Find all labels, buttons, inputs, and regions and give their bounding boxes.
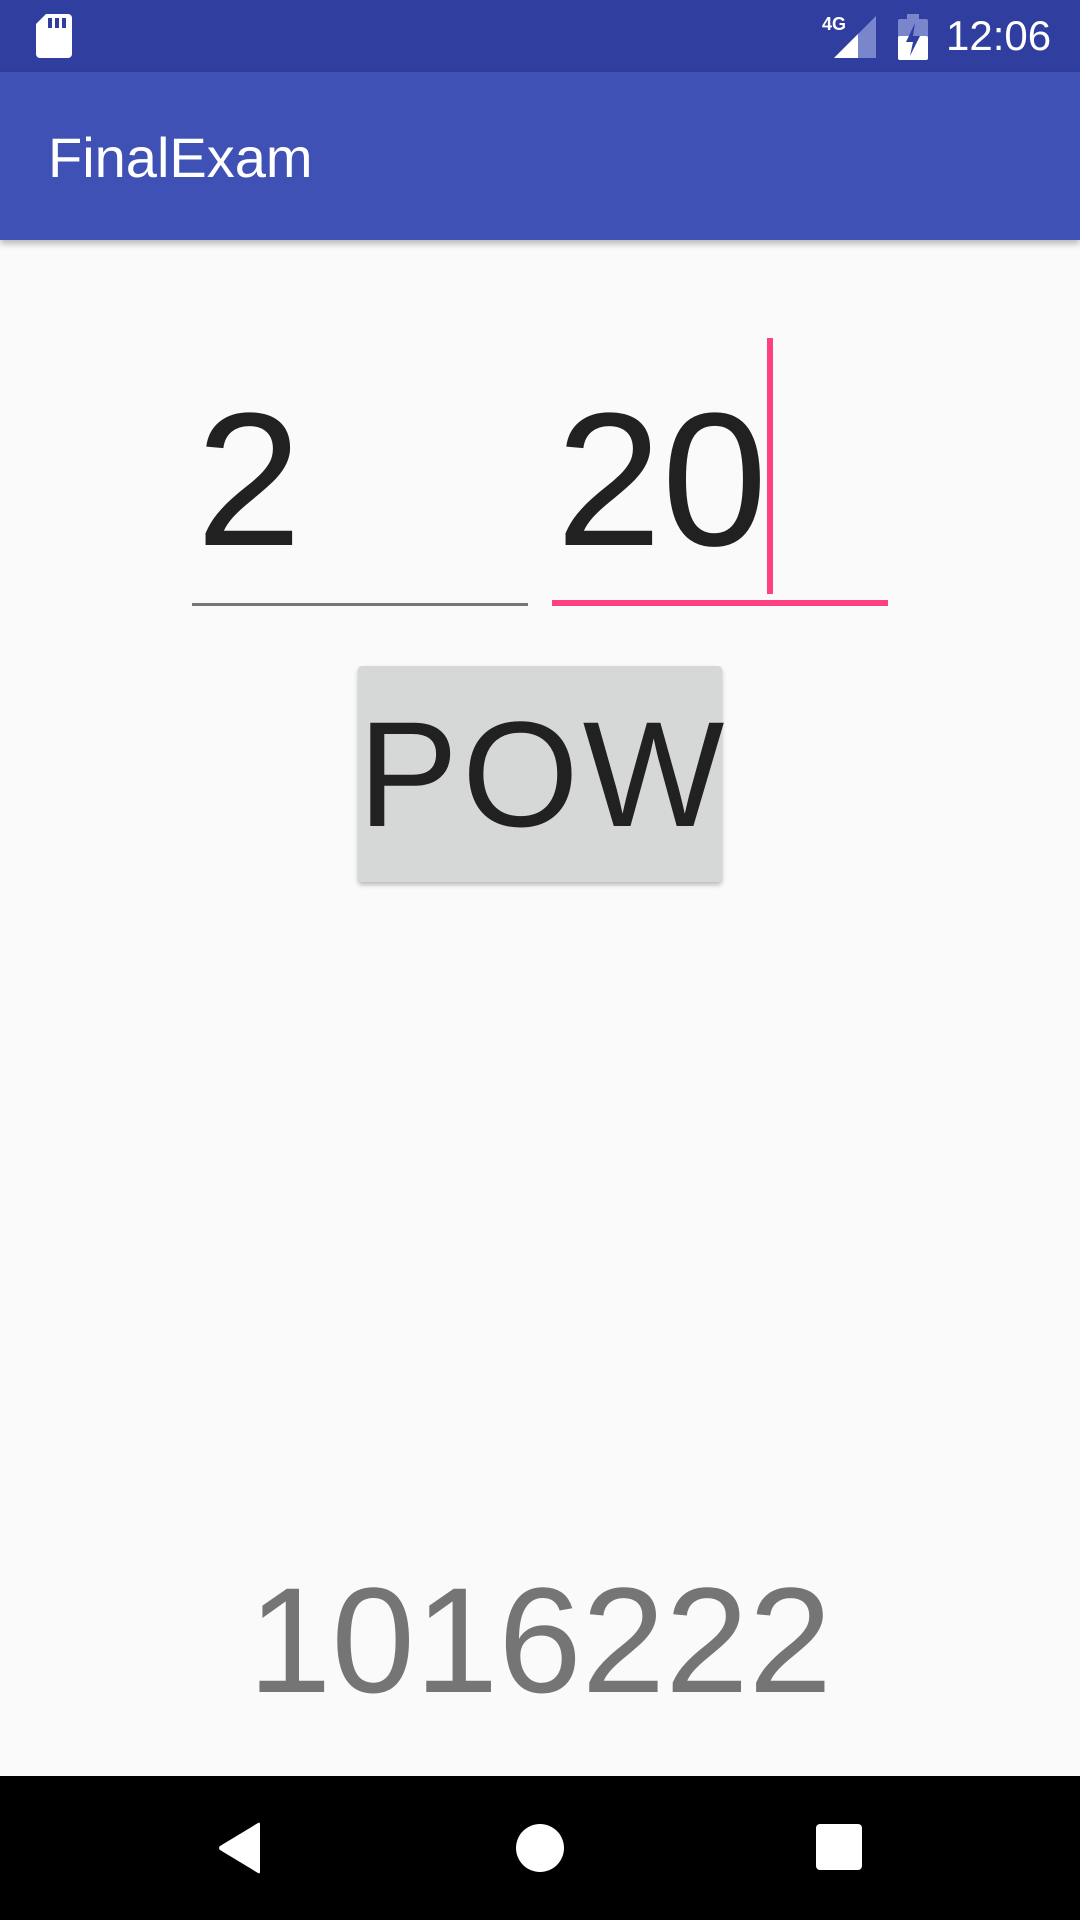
exponent-input-value: 20 — [556, 374, 768, 586]
recents-icon[interactable] — [812, 1820, 868, 1876]
app-title: FinalExam — [48, 126, 313, 189]
status-bar: 4G 12:06 — [0, 0, 1080, 72]
app-bar: FinalExam — [0, 72, 1080, 240]
network-type-label: 4G — [822, 14, 846, 34]
battery-charging-icon — [898, 14, 928, 60]
base-input-value: 2 — [196, 374, 302, 586]
home-icon[interactable] — [512, 1820, 568, 1876]
exponent-input-underline — [552, 600, 888, 606]
status-clock: 12:06 — [946, 12, 1052, 59]
back-icon[interactable] — [214, 1820, 270, 1876]
text-cursor — [767, 338, 773, 594]
exponent-input[interactable]: 20 — [552, 350, 888, 630]
sd-card-icon — [36, 14, 72, 58]
navigation-bar — [0, 1776, 1080, 1920]
pow-button[interactable]: POW — [358, 666, 724, 882]
base-input[interactable]: 2 — [192, 350, 528, 630]
signal-icon: 4G — [822, 14, 876, 58]
base-input-underline — [192, 603, 528, 606]
result-text: 1016222 — [248, 1556, 832, 1724]
